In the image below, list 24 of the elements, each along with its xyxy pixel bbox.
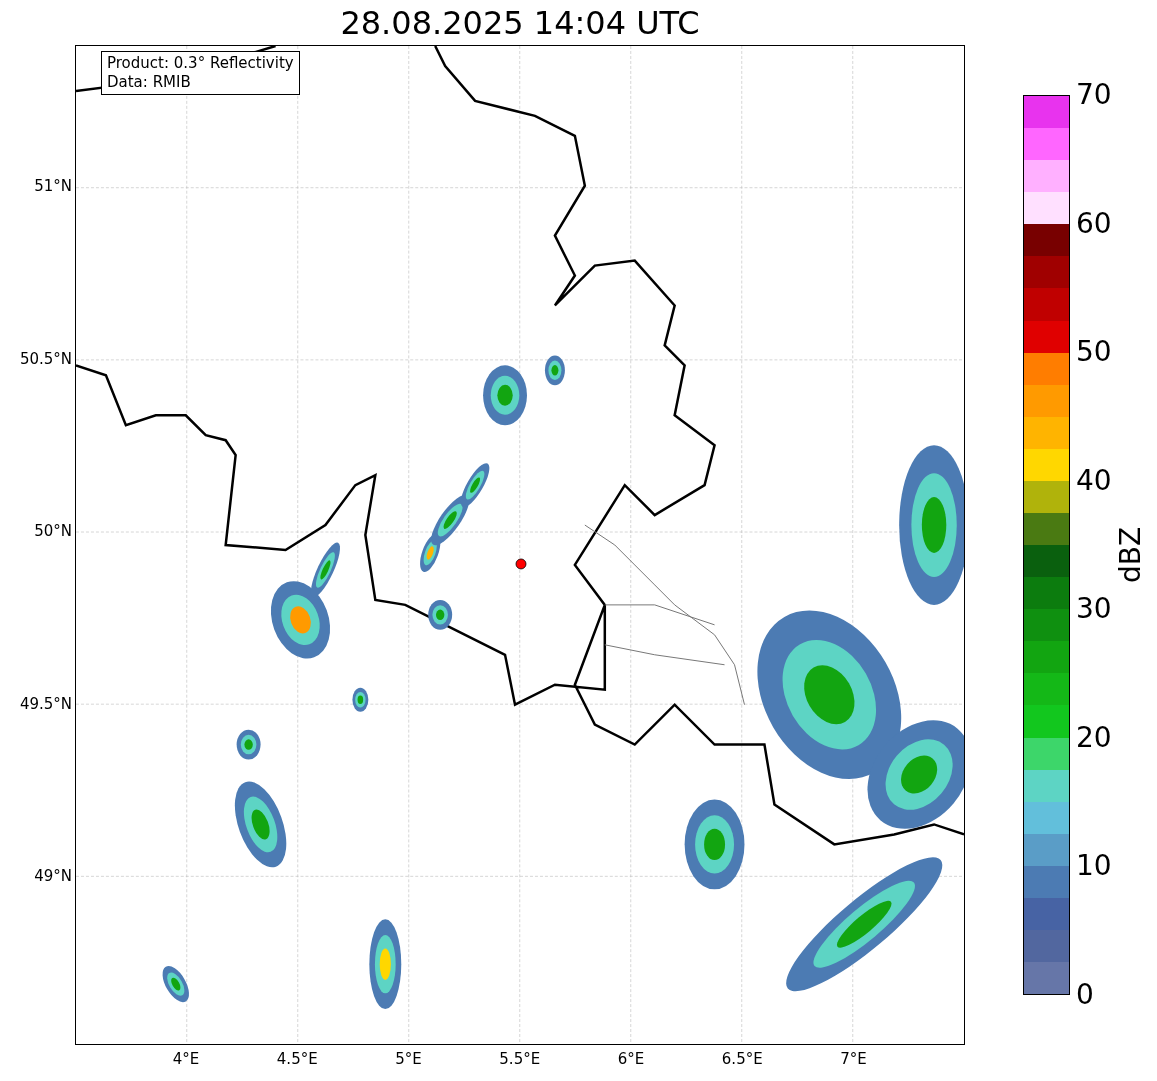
longitude-label: 5.5°E	[499, 1052, 541, 1067]
latitude-label: 49.5°N	[19, 696, 72, 712]
latitude-label: 49°N	[34, 869, 72, 884]
colorbar-tick-label: 30	[1076, 595, 1112, 624]
colorbar-tick-label: 0	[1076, 981, 1094, 1009]
colorbar-label: dBZ	[1117, 526, 1145, 584]
colorbar-tick-label: 50	[1076, 338, 1112, 367]
latitude-label: 50°N	[34, 524, 72, 539]
longitude-label: 5°E	[395, 1052, 422, 1067]
longitude-label: 7°E	[840, 1052, 867, 1067]
latitude-label: 50.5°N	[19, 351, 72, 367]
chart-title: 28.08.2025 14:04 UTC	[340, 6, 700, 39]
colorbar-tick-label: 70	[1076, 81, 1112, 109]
latitude-label: 51°N	[34, 179, 72, 194]
colorbar-tick-label: 60	[1076, 209, 1112, 238]
colorbar-tick-label: 40	[1076, 466, 1112, 495]
longitude-label: 4°E	[172, 1052, 200, 1067]
longitude-label: 6.5°E	[721, 1052, 763, 1067]
colorbar-tick-label: 20	[1076, 723, 1112, 752]
info-text: Product: 0.3° Reflectivity	[107, 54, 294, 73]
longitude-label: 6°E	[617, 1052, 645, 1067]
colorbar-tick-label: 10	[1076, 852, 1112, 881]
info-text: Data: RMIB	[107, 73, 192, 92]
longitude-label: 4.5°E	[276, 1052, 318, 1067]
